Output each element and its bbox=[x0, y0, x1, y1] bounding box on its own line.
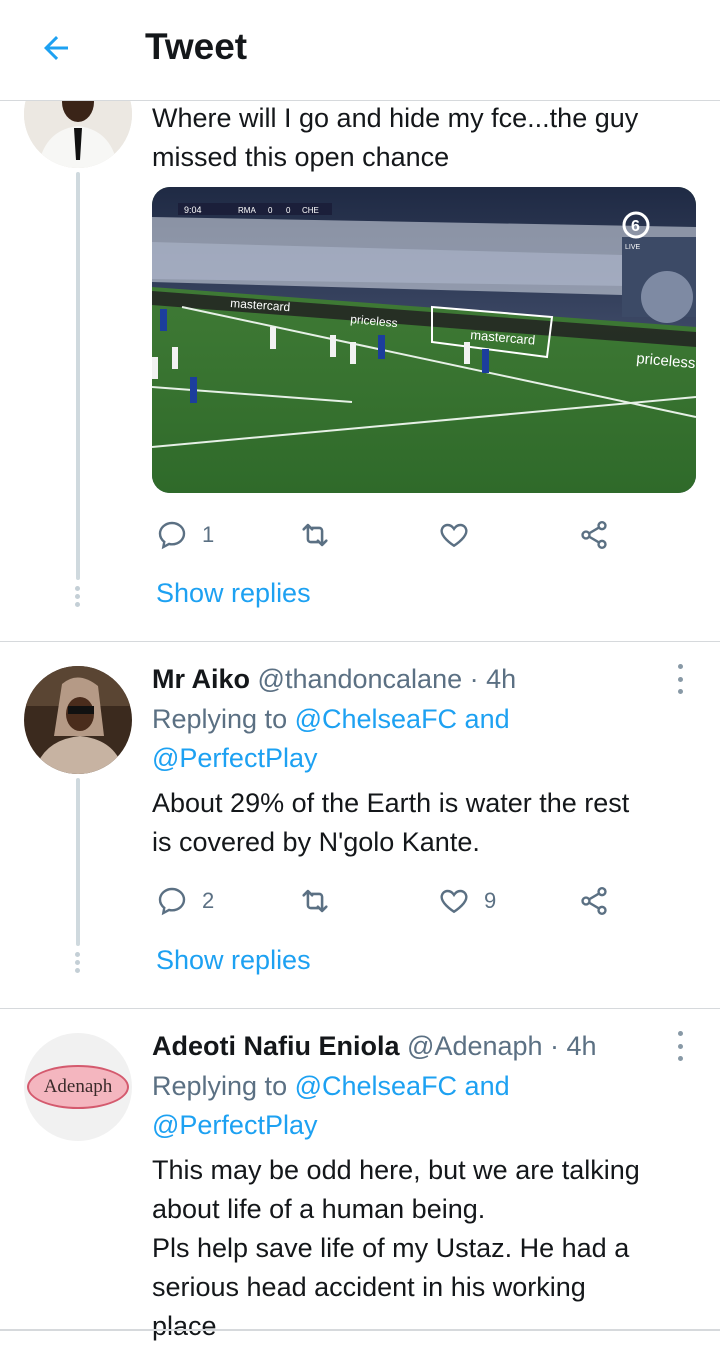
scoreboard-home-score: 0 bbox=[268, 206, 273, 215]
mention-link[interactable]: @PerfectPlay bbox=[152, 1110, 317, 1140]
replying-prefix: Replying to bbox=[152, 704, 295, 734]
share-icon bbox=[581, 521, 607, 549]
reply-count: 2 bbox=[202, 888, 215, 913]
thread-dots bbox=[75, 952, 81, 976]
replying-prefix: Replying to bbox=[152, 1071, 295, 1101]
show-replies-link[interactable]: Show replies bbox=[156, 578, 311, 609]
back-button[interactable] bbox=[30, 22, 82, 74]
tweet-divider bbox=[0, 1008, 720, 1009]
retweet-button[interactable] bbox=[298, 515, 346, 555]
thread-dots bbox=[75, 586, 81, 610]
mention-link[interactable]: @ChelseaFC and bbox=[295, 704, 510, 734]
arrow-left-icon bbox=[44, 36, 68, 60]
show-replies-link[interactable]: Show replies bbox=[156, 945, 311, 976]
mention-link[interactable]: @ChelseaFC and bbox=[295, 1071, 510, 1101]
like-button[interactable] bbox=[438, 515, 484, 555]
more-options-button[interactable] bbox=[665, 1031, 695, 1061]
handle-time: @thandoncalane · 4h bbox=[257, 664, 517, 694]
channel-live: LIVE bbox=[625, 244, 641, 251]
tweet-divider bbox=[0, 641, 720, 642]
tweet-header: Adeoti Nafiu Eniola @Adenaph · 4h bbox=[152, 1028, 597, 1064]
reply-button[interactable]: 1 bbox=[156, 515, 214, 555]
avatar[interactable] bbox=[24, 666, 132, 774]
heart-icon bbox=[440, 523, 468, 548]
scoreboard-away: CHE bbox=[302, 206, 319, 215]
channel-logo: 6 bbox=[631, 218, 640, 235]
thread-line bbox=[76, 172, 80, 580]
tweet-text: Where will I go and hide my fce...the gu… bbox=[152, 103, 639, 172]
replying-to: Replying to @ChelseaFC and @PerfectPlay bbox=[152, 1067, 712, 1145]
more-options-button[interactable] bbox=[665, 664, 695, 694]
reply-button[interactable]: 2 bbox=[156, 881, 214, 921]
scoreboard-home: RMA bbox=[238, 206, 256, 215]
tweet-text: This may be odd here, but we are talking… bbox=[152, 1155, 640, 1341]
display-name[interactable]: Mr Aiko bbox=[152, 664, 250, 694]
share-button[interactable] bbox=[578, 515, 610, 555]
tweet-actions: 2 9 bbox=[152, 881, 622, 921]
retweet-icon bbox=[302, 889, 328, 913]
avatar[interactable]: Adenaph bbox=[24, 1033, 132, 1141]
avatar-logo-text: Adenaph bbox=[43, 1076, 113, 1097]
retweet-button[interactable] bbox=[298, 881, 346, 921]
header-divider bbox=[0, 100, 720, 101]
scoreboard-time: 9:04 bbox=[184, 205, 202, 215]
tweet-media[interactable]: 9:04 RMA 0 0 CHE 6 LIVE mastercard price… bbox=[152, 187, 696, 493]
reply-icon bbox=[158, 887, 186, 916]
scoreboard-away-score: 0 bbox=[286, 206, 291, 215]
reply-count: 1 bbox=[202, 522, 215, 547]
share-icon bbox=[581, 887, 607, 915]
display-name[interactable]: Adeoti Nafiu Eniola bbox=[152, 1031, 400, 1061]
reply-icon bbox=[158, 521, 186, 550]
thread-line bbox=[76, 778, 80, 946]
handle-time: @Adenaph · 4h bbox=[407, 1031, 597, 1061]
share-button[interactable] bbox=[578, 881, 610, 921]
page-title: Tweet bbox=[145, 26, 248, 67]
top-app-bar: Tweet bbox=[0, 0, 720, 100]
tweet-text: About 29% of the Earth is water the rest… bbox=[152, 788, 630, 857]
replying-to: Replying to @ChelseaFC and @PerfectPlay bbox=[152, 700, 712, 778]
like-button[interactable]: 9 bbox=[438, 881, 496, 921]
tweet-actions: 1 bbox=[152, 515, 622, 555]
mention-link[interactable]: @PerfectPlay bbox=[152, 743, 317, 773]
heart-icon bbox=[440, 889, 468, 914]
like-count: 9 bbox=[484, 888, 497, 913]
retweet-icon bbox=[302, 523, 328, 547]
tweet-header: Mr Aiko @thandoncalane · 4h bbox=[152, 661, 516, 697]
